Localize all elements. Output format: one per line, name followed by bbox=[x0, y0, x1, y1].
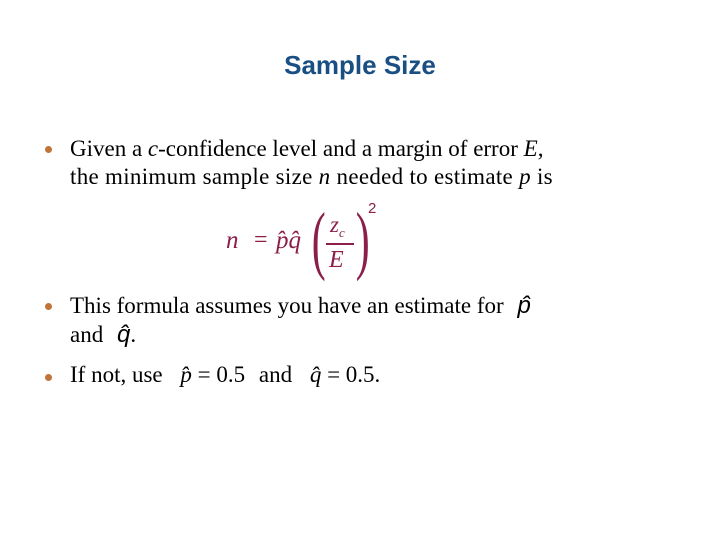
var-n: n bbox=[318, 164, 331, 189]
sample-size-formula: n = p̂q̂ ( zc E ) 2 bbox=[226, 200, 386, 284]
bullet-1-line-2: the minimum sample size n needed to esti… bbox=[70, 164, 553, 190]
p-equals-expr: p̂ = 0.5 bbox=[180, 362, 245, 387]
text: Given a bbox=[70, 136, 148, 161]
formula-p-hat-q-hat: p̂q̂ bbox=[276, 227, 301, 254]
var-p: p bbox=[519, 164, 531, 189]
text: the minimum sample size bbox=[70, 164, 319, 189]
bullet-marker bbox=[45, 146, 52, 153]
formula-lhs: n bbox=[226, 227, 239, 254]
formula-paren-open: ( bbox=[311, 198, 326, 282]
formula-denominator: E bbox=[329, 247, 344, 273]
text: and bbox=[258, 362, 293, 387]
bullet-2-line-2: and q̂. bbox=[70, 321, 136, 349]
q-equals-expr: q̂ = 0.5. bbox=[310, 362, 380, 387]
text: , bbox=[537, 136, 544, 161]
bullet-marker bbox=[45, 374, 52, 381]
q-hat-symbol: q̂ bbox=[116, 321, 131, 348]
p-hat-symbol: p̂ bbox=[517, 292, 531, 319]
bullet-3: If not, use p̂ = 0.5 and q̂ = 0.5. bbox=[70, 362, 380, 388]
text: is bbox=[530, 164, 553, 189]
formula-z-subscript: c bbox=[338, 225, 345, 240]
formula-fraction-bar bbox=[326, 243, 354, 245]
bullet-1-line-1: Given a c-confidence level and a margin … bbox=[70, 136, 543, 162]
text: = 0.5 bbox=[191, 362, 246, 387]
p-hat-symbol: p̂ bbox=[180, 362, 192, 387]
formula-z: z bbox=[330, 212, 339, 237]
text: needed to estimate bbox=[330, 164, 520, 189]
slide-title: Sample Size bbox=[284, 50, 436, 80]
text: and bbox=[70, 322, 104, 347]
text: -confidence level and a margin of error bbox=[158, 136, 524, 161]
formula-numerator: zc bbox=[330, 212, 345, 241]
text: This formula assumes you have an estimat… bbox=[70, 293, 504, 318]
formula-equals: = bbox=[254, 227, 268, 253]
q-hat-symbol: q̂ bbox=[309, 362, 322, 387]
text: = 0.5. bbox=[321, 362, 381, 387]
bullet-2-line-1: This formula assumes you have an estimat… bbox=[70, 292, 531, 320]
text: If not, use bbox=[70, 362, 163, 387]
bullet-marker bbox=[45, 303, 52, 310]
text: . bbox=[130, 322, 137, 347]
var-E: E bbox=[523, 136, 538, 161]
var-c: c bbox=[147, 136, 159, 161]
formula-exponent: 2 bbox=[368, 200, 377, 217]
